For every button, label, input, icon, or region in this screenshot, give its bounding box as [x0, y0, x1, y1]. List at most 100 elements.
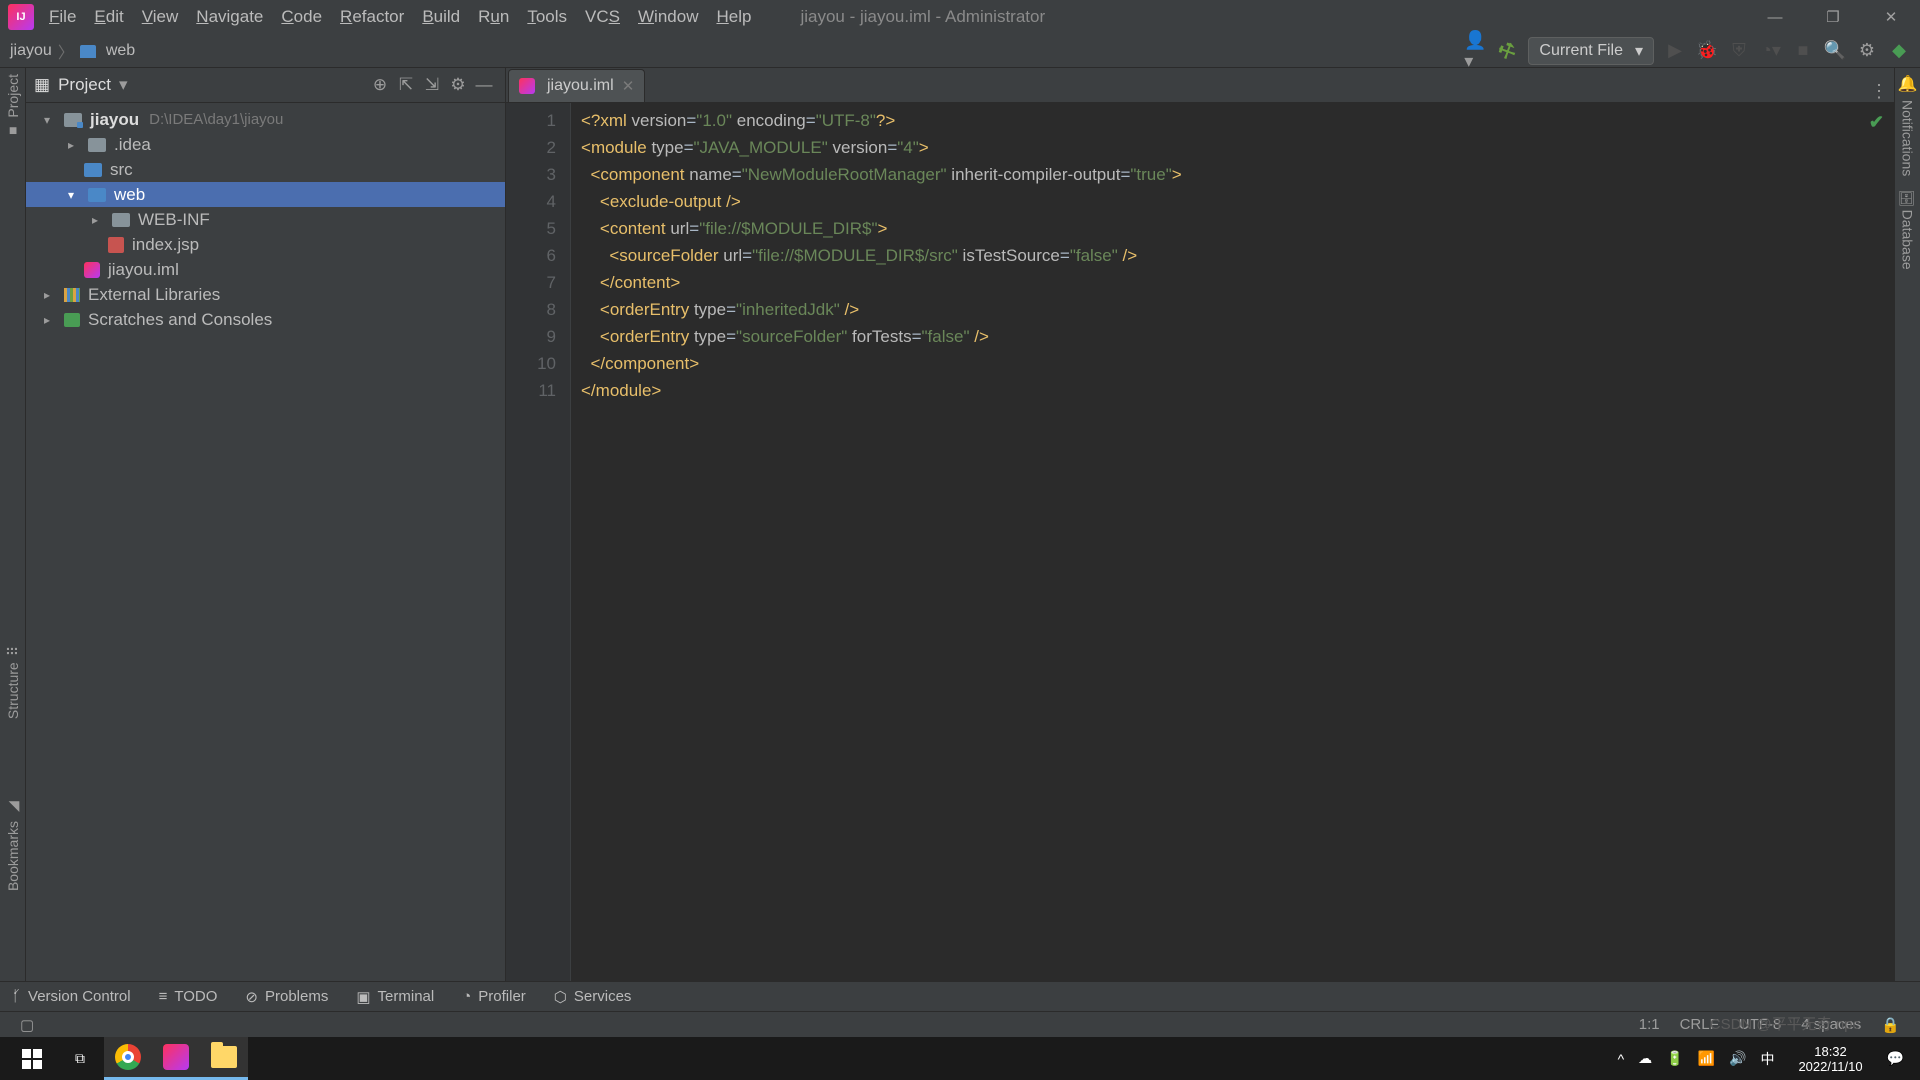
profile-button[interactable]: ◔▾	[1760, 40, 1782, 62]
system-tray[interactable]: ^ ☁ 🔋 📶 🔊 中 18:322022/11/10 💬	[1618, 1044, 1912, 1074]
menu-view[interactable]: View	[133, 7, 188, 27]
menu-window[interactable]: Window	[629, 7, 707, 27]
line-separator[interactable]: CRLF	[1670, 1016, 1729, 1033]
tree-web[interactable]: web	[26, 182, 505, 207]
readonly-lock-icon[interactable]: 🔒	[1871, 1016, 1910, 1034]
menu-vcs[interactable]: VCS	[576, 7, 629, 27]
menu-code[interactable]: Code	[272, 7, 331, 27]
tree-iml[interactable]: jiayou.iml	[26, 257, 505, 282]
tool-todo[interactable]: ≡TODO	[159, 988, 218, 1005]
tree-idea[interactable]: .idea	[26, 132, 505, 157]
breadcrumb-web[interactable]: web	[106, 42, 135, 60]
iml-file-icon	[519, 78, 535, 94]
hide-panel-icon[interactable]: —	[471, 72, 497, 98]
minimize-button[interactable]: —	[1746, 0, 1804, 34]
tray-chevron-icon[interactable]: ^	[1618, 1051, 1625, 1067]
close-tab-icon[interactable]: ✕	[622, 77, 635, 95]
tool-services[interactable]: ⬡Services	[554, 988, 632, 1006]
menu-file[interactable]: File	[40, 7, 85, 27]
settings-gear-icon[interactable]: ⚙	[445, 72, 471, 98]
tree-src[interactable]: src	[26, 157, 505, 182]
tray-wifi-icon[interactable]: 📶	[1698, 1050, 1715, 1067]
folder-icon	[112, 213, 130, 227]
main-menu: File Edit View Navigate Code Refactor Bu…	[40, 7, 760, 27]
folder-icon	[88, 138, 106, 152]
menu-tools[interactable]: Tools	[518, 7, 576, 27]
line-gutter: 123 456 789 1011	[506, 103, 571, 981]
scratch-icon	[64, 313, 80, 327]
tray-onedrive-icon[interactable]: ☁	[1638, 1050, 1652, 1067]
tree-scratches[interactable]: Scratches and Consoles	[26, 307, 505, 332]
tab-more-icon[interactable]: ⋮	[1864, 81, 1894, 102]
plugin-icon[interactable]: ◆	[1888, 40, 1910, 62]
navigation-bar: jiayou 〉 web 👤▾ ⚒ Current File ▾ ▶ 🐞 ⛨ ◔…	[0, 34, 1920, 68]
run-button[interactable]: ▶	[1664, 40, 1686, 62]
taskbar-chrome[interactable]	[104, 1037, 152, 1080]
caret-position[interactable]: 1:1	[1629, 1016, 1670, 1033]
tool-notifications[interactable]: Notifications	[1900, 94, 1916, 182]
windows-taskbar: ⧉ ^ ☁ 🔋 📶 🔊 中 18:322022/11/10 💬	[0, 1037, 1920, 1080]
project-panel-icon: ▦	[34, 75, 50, 95]
search-icon[interactable]: 🔍	[1824, 40, 1846, 62]
task-view-button[interactable]: ⧉	[56, 1037, 104, 1080]
project-panel-title[interactable]: Project	[58, 75, 111, 95]
tool-bookmarks[interactable]: Bookmarks◣	[5, 799, 21, 891]
close-button[interactable]: ✕	[1862, 0, 1920, 34]
library-icon	[64, 288, 80, 302]
tree-indexjsp[interactable]: index.jsp	[26, 232, 505, 257]
stop-button[interactable]: ■	[1792, 40, 1814, 62]
start-button[interactable]	[8, 1037, 56, 1080]
menu-refactor[interactable]: Refactor	[331, 7, 413, 27]
tray-ime-icon[interactable]: 中	[1760, 1049, 1774, 1069]
tree-webinf[interactable]: WEB-INF	[26, 207, 505, 232]
menu-run[interactable]: Run	[469, 7, 518, 27]
chevron-down-icon: ▾	[1635, 41, 1643, 61]
build-icon[interactable]: ⚒	[1493, 36, 1522, 65]
status-bar: ▢ 1:1 CRLF UTF-8 4 spaces 🔒	[0, 1011, 1920, 1037]
tray-notifications-icon[interactable]: 💬	[1887, 1050, 1904, 1067]
menu-build[interactable]: Build	[413, 7, 469, 27]
code-editor[interactable]: 123 456 789 1011 <?xml version="1.0" enc…	[506, 103, 1894, 981]
file-encoding[interactable]: UTF-8	[1729, 1016, 1792, 1033]
right-tool-strip: 🔔 Notifications 🗄 Database	[1894, 68, 1920, 981]
tool-problems[interactable]: ⊘Problems	[245, 988, 328, 1006]
taskbar-clock[interactable]: 18:322022/11/10	[1788, 1044, 1872, 1074]
tool-profiler[interactable]: ◔Profiler	[462, 988, 526, 1005]
chevron-down-icon[interactable]: ▾	[119, 75, 128, 95]
analysis-ok-icon[interactable]: ✔	[1869, 109, 1884, 136]
tool-database[interactable]: 🗄 Database	[1900, 182, 1916, 276]
run-config-selector[interactable]: Current File ▾	[1528, 37, 1654, 65]
locate-icon[interactable]: ⊕	[367, 72, 393, 98]
tray-volume-icon[interactable]: 🔊	[1729, 1050, 1746, 1067]
tab-label: jiayou.iml	[547, 77, 614, 95]
menu-help[interactable]: Help	[707, 7, 760, 27]
breadcrumb-root[interactable]: jiayou	[10, 42, 52, 60]
menu-navigate[interactable]: Navigate	[187, 7, 272, 27]
taskbar-explorer[interactable]	[200, 1037, 248, 1080]
left-tool-strip: ■Project Structure⠿ Bookmarks◣	[0, 68, 26, 981]
tool-structure[interactable]: Structure⠿	[5, 646, 21, 719]
code-content[interactable]: <?xml version="1.0" encoding="UTF-8"?> <…	[571, 103, 1894, 981]
tool-terminal[interactable]: ▣Terminal	[356, 988, 434, 1006]
expand-all-icon[interactable]: ⇱	[393, 72, 419, 98]
debug-button[interactable]: 🐞	[1696, 40, 1718, 62]
jsp-file-icon	[108, 237, 124, 253]
indent-info[interactable]: 4 spaces	[1791, 1016, 1871, 1033]
menu-edit[interactable]: Edit	[85, 7, 132, 27]
tool-version-control[interactable]: ᚶVersion Control	[12, 988, 131, 1005]
tree-root[interactable]: jiayouD:\IDEA\day1\jiayou	[26, 107, 505, 132]
user-add-icon[interactable]: 👤▾	[1464, 40, 1486, 62]
status-panel-icon[interactable]: ▢	[10, 1016, 44, 1034]
maximize-button[interactable]: ❐	[1804, 0, 1862, 34]
tab-jiayou-iml[interactable]: jiayou.iml ✕	[508, 69, 645, 102]
notifications-icon[interactable]: 🔔	[1898, 74, 1918, 94]
tool-project[interactable]: ■Project	[5, 74, 21, 140]
taskbar-intellij[interactable]	[152, 1037, 200, 1080]
collapse-all-icon[interactable]: ⇲	[419, 72, 445, 98]
tray-battery-icon[interactable]: 🔋	[1666, 1050, 1683, 1067]
app-logo-icon: IJ	[8, 4, 34, 30]
tree-external-libs[interactable]: External Libraries	[26, 282, 505, 307]
coverage-button[interactable]: ⛨	[1728, 40, 1750, 62]
settings-icon[interactable]: ⚙	[1856, 40, 1878, 62]
editor-tabs: jiayou.iml ✕ ⋮	[506, 68, 1894, 103]
